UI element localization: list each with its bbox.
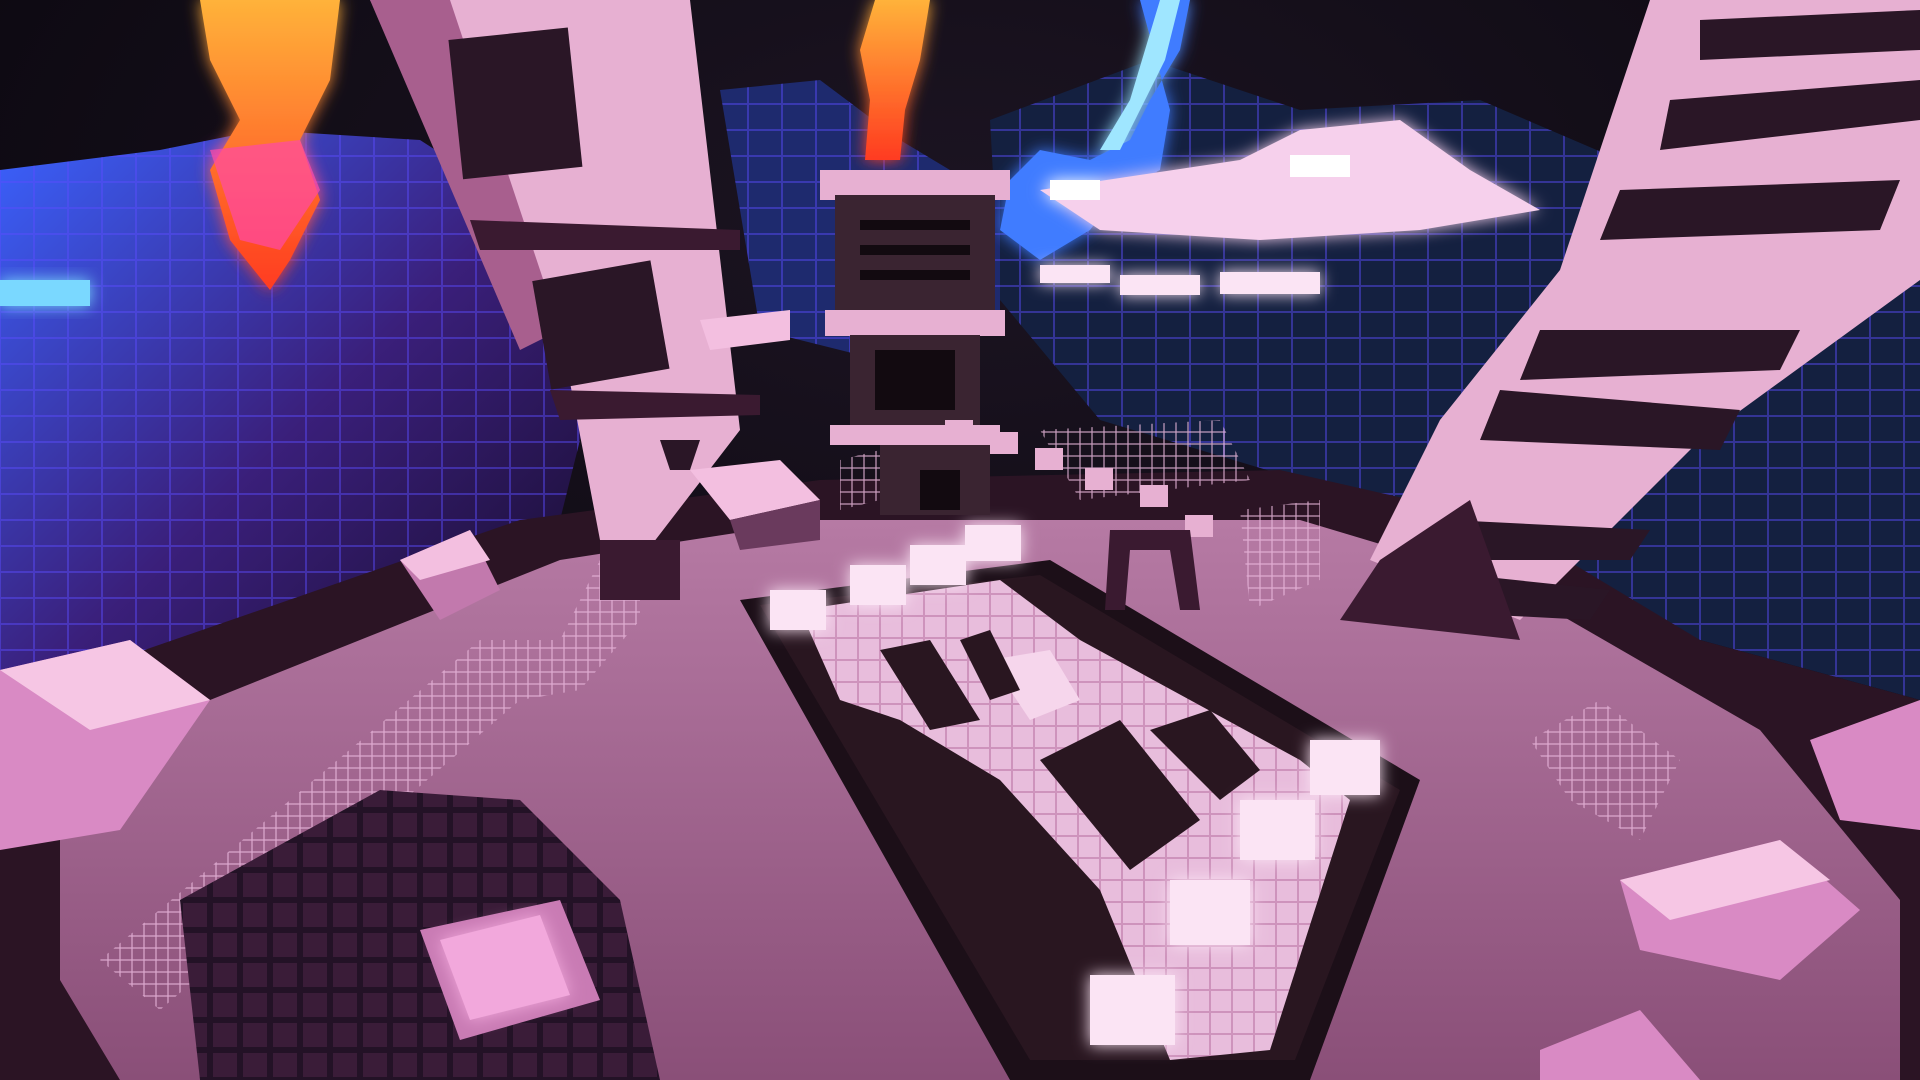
game-scene: [0, 0, 1920, 1080]
